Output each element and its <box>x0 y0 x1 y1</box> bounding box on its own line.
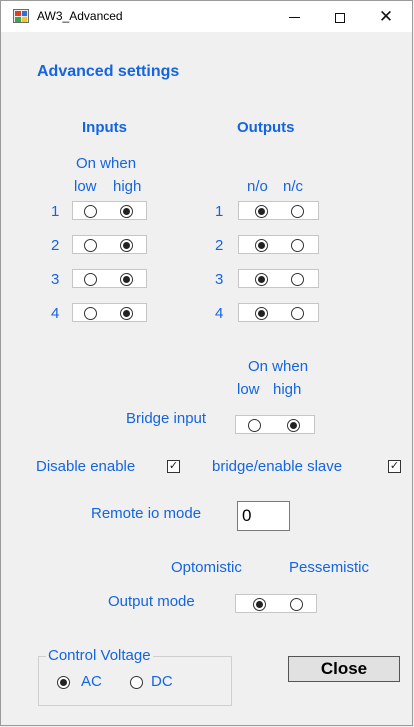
inputs-on-when-label: On when <box>76 155 137 172</box>
input-high-radio[interactable] <box>120 205 133 218</box>
title-bar: AW3_Advanced ✕ <box>1 1 412 32</box>
outputs-header: Outputs <box>237 119 295 136</box>
output-mode-label: Output mode <box>108 593 195 610</box>
output-no-radio[interactable] <box>255 239 268 252</box>
output-nc-radio[interactable] <box>291 273 304 286</box>
output-row-number: 2 <box>215 237 224 254</box>
bridge-input-low-radio[interactable] <box>248 419 261 432</box>
close-icon: ✕ <box>378 7 394 26</box>
maximize-button[interactable] <box>317 1 363 32</box>
minimize-button[interactable] <box>271 1 317 32</box>
inputs-header: Inputs <box>82 119 127 136</box>
app-icon <box>13 9 29 23</box>
input-row-number: 3 <box>51 271 60 288</box>
outputs-no-column-label: n/o <box>247 178 268 195</box>
output-nc-radio[interactable] <box>291 205 304 218</box>
output-mode-optomistic-radio[interactable] <box>253 598 266 611</box>
input-row-radio-group <box>72 303 147 322</box>
maximize-icon <box>335 12 345 23</box>
pessemistic-column-label: Pessemistic <box>289 559 370 576</box>
bridge-on-when-label: On when <box>248 358 309 375</box>
output-nc-radio[interactable] <box>291 307 304 320</box>
close-button[interactable]: Close <box>288 656 400 682</box>
input-high-radio[interactable] <box>120 273 133 286</box>
bridge-enable-slave-checkbox[interactable]: ✓ <box>388 460 401 473</box>
advanced-settings-window: AW3_Advanced ✕ Advanced settings Inputs … <box>0 0 413 726</box>
outputs-nc-column-label: n/c <box>283 178 304 195</box>
input-row-radio-group <box>72 201 147 220</box>
input-row-number: 1 <box>51 203 60 220</box>
input-low-radio[interactable] <box>84 239 97 252</box>
input-row-radio-group <box>72 269 147 288</box>
output-no-radio[interactable] <box>255 273 268 286</box>
control-voltage-legend: Control Voltage <box>46 647 153 665</box>
output-no-radio[interactable] <box>255 205 268 218</box>
output-row-radio-group <box>238 235 319 254</box>
input-row-radio-group <box>72 235 147 254</box>
input-high-radio[interactable] <box>120 307 133 320</box>
inputs-high-column-label: high <box>113 178 142 195</box>
bridge-input-radio-group <box>235 415 315 434</box>
output-row-radio-group <box>238 269 319 288</box>
bridge-input-label: Bridge input <box>126 410 207 427</box>
output-no-radio[interactable] <box>255 307 268 320</box>
optomistic-column-label: Optomistic <box>171 559 242 576</box>
disable-enable-checkbox[interactable]: ✓ <box>167 460 180 473</box>
output-mode-radio-group <box>235 594 317 613</box>
ac-label: AC <box>81 673 102 690</box>
page-title: Advanced settings <box>37 63 180 80</box>
window-title: AW3_Advanced <box>37 9 123 23</box>
inputs-low-column-label: low <box>74 178 97 195</box>
remote-io-mode-label: Remote io mode <box>91 505 202 522</box>
bridge-enable-slave-label: bridge/enable slave <box>212 458 343 475</box>
output-row-number: 4 <box>215 305 224 322</box>
input-low-radio[interactable] <box>84 273 97 286</box>
ac-radio[interactable] <box>57 676 70 689</box>
bridge-low-column-label: low <box>237 381 260 398</box>
output-row-radio-group <box>238 303 319 322</box>
output-row-radio-group <box>238 201 319 220</box>
bridge-input-high-radio[interactable] <box>287 419 300 432</box>
input-row-number: 4 <box>51 305 60 322</box>
output-mode-pessemistic-radio[interactable] <box>290 598 303 611</box>
remote-io-mode-input[interactable]: 0 <box>237 501 290 531</box>
disable-enable-label: Disable enable <box>36 458 136 475</box>
input-high-radio[interactable] <box>120 239 133 252</box>
dc-radio[interactable] <box>130 676 143 689</box>
input-low-radio[interactable] <box>84 205 97 218</box>
input-row-number: 2 <box>51 237 60 254</box>
input-low-radio[interactable] <box>84 307 97 320</box>
output-row-number: 3 <box>215 271 224 288</box>
close-window-button[interactable]: ✕ <box>363 1 409 32</box>
dc-label: DC <box>151 673 173 690</box>
output-nc-radio[interactable] <box>291 239 304 252</box>
bridge-high-column-label: high <box>273 381 302 398</box>
minimize-icon <box>288 17 300 19</box>
output-row-number: 1 <box>215 203 224 220</box>
